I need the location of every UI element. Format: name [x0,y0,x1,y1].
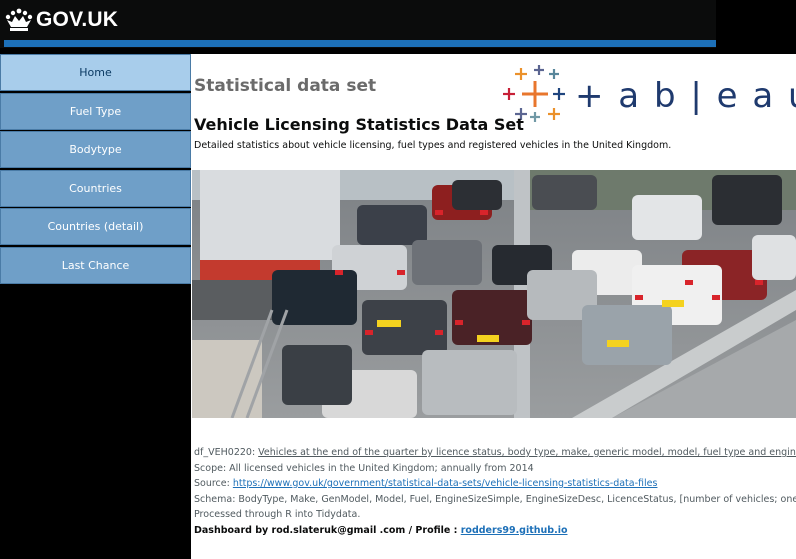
sidebar-item-label: Fuel Type [69,104,122,118]
dataset-id-link[interactable]: Vehicles at the end of the quarter by li… [258,447,796,458]
crown-icon [5,8,33,31]
dataset-id-line: df_VEH0220: Vehicles at the end of the q… [194,445,796,461]
header-blue-stripe [4,40,716,47]
dataset-title: Vehicle Licensing Statistics Data Set [194,115,524,134]
dataset-source-prefix: Source: [194,478,233,489]
sidebar-item-label: Countries (detail) [47,220,144,233]
govuk-logo-link[interactable]: GOV.UK [4,8,118,32]
sidebar-item-label: Bodytype [69,143,122,156]
dashboard-credit-text: Dashboard by rod.slateruk@gmail .com / P… [194,524,461,536]
dataset-scope: Scope: All licensed vehicles in the Unit… [194,462,534,474]
sidebar-nav: Home Fuel Type Bodytype Countries Countr… [0,54,191,285]
dataset-schema: Schema: BodyType, Make, GenModel, Model,… [194,493,796,505]
profile-link[interactable]: rodders99.github.io [461,525,568,536]
dashboard-credit-line: Dashboard by rod.slateruk@gmail .com / P… [194,523,796,539]
sidebar-item-home[interactable]: Home [0,54,191,91]
sidebar-item-label: Countries [69,181,122,195]
dataset-source-link[interactable]: https://www.gov.uk/government/statistica… [233,478,658,489]
statistical-data-set-label: Statistical data set [194,76,377,96]
sidebar-item-bodytype[interactable]: Bodytype [0,131,191,168]
traffic-jam-photo [192,170,796,418]
dataset-source-line: Source: https://www.gov.uk/government/st… [194,476,796,492]
sidebar-item-label: Last Chance [61,258,130,272]
dataset-metadata: df_VEH0220: Vehicles at the end of the q… [194,445,796,538]
dataset-processed-note: Processed through R into Tidydata. [194,509,361,520]
main-content: Statistical data set + a b | e a u Vehic… [191,54,796,559]
tableau-wordmark: + a b | e a u [575,76,796,116]
dataset-description: Detailed statistics about vehicle licens… [194,140,672,151]
tableau-logo: + a b | e a u [503,65,796,122]
govuk-header: GOV.UK [0,0,716,48]
sidebar-item-countries-detail[interactable]: Countries (detail) [0,208,191,245]
sidebar-item-countries[interactable]: Countries [0,169,191,207]
dataset-id-prefix: df_VEH0220: [194,447,259,458]
sidebar-item-fuel-type[interactable]: Fuel Type [0,92,191,130]
govuk-logo-text: GOV.UK [36,8,119,31]
sidebar-item-label: Home [79,66,112,79]
sidebar-item-last-chance[interactable]: Last Chance [0,246,191,284]
